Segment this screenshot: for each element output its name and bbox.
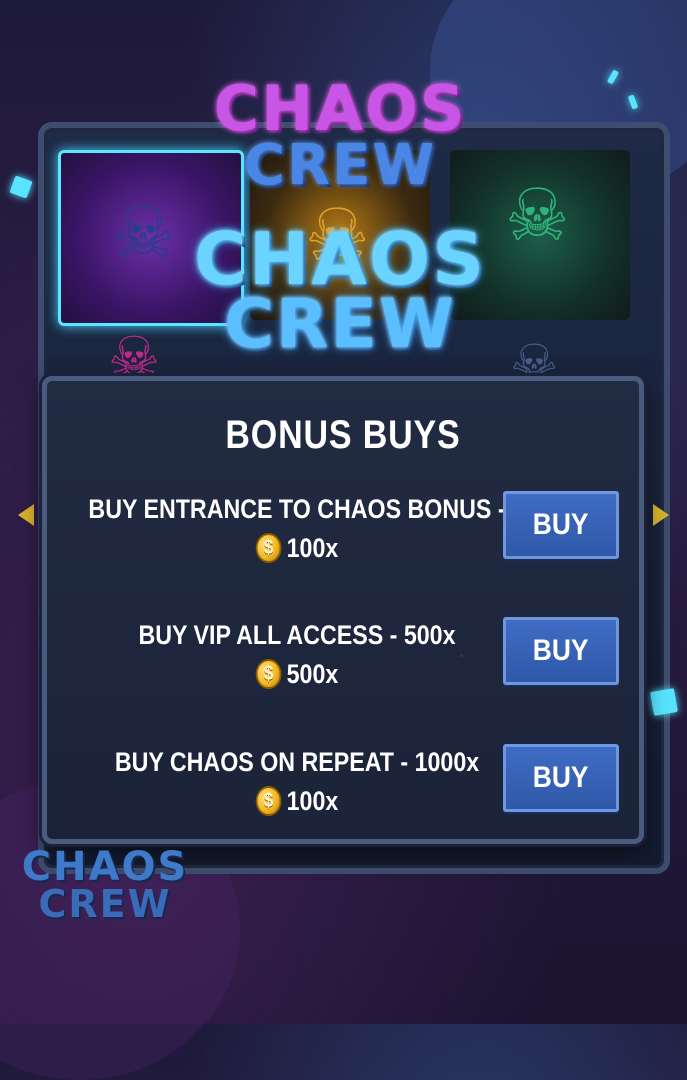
price-value: 100x xyxy=(286,786,339,816)
logo-word-chaos: CHAOS xyxy=(21,844,189,890)
coin-icon: $ xyxy=(255,659,282,689)
buy-button-label: BUY xyxy=(533,761,589,794)
skull-icon: ☠ xyxy=(111,194,176,274)
bonus-option-price: $ 500x xyxy=(255,656,339,692)
bonus-option-text: BUY ENTRANCE TO CHAOS BONUS - $ 100x xyxy=(82,491,512,566)
price-value: 500x xyxy=(286,659,339,689)
bonus-option-row: BUY CHAOS ON REPEAT - 1000x $ 100x BUY xyxy=(47,744,639,824)
bonus-option-text: BUY CHAOS ON REPEAT - 1000x $ 100x xyxy=(82,744,512,819)
bonus-option-row: BUY ENTRANCE TO CHAOS BONUS - $ 100x BUY xyxy=(47,491,639,571)
logo-word-chaos: CHAOS xyxy=(213,72,467,145)
logo-word-chaos: CHAOS xyxy=(194,217,486,301)
bonus-option-text: BUY VIP ALL ACCESS - 500x $ 500x xyxy=(82,617,512,692)
bonus-option-title: BUY VIP ALL ACCESS - 500x xyxy=(138,620,456,650)
bonus-option-price: $ 100x xyxy=(255,783,339,819)
game-logo-corner: CHAOS CREW xyxy=(20,844,190,926)
buy-button-label: BUY xyxy=(533,508,589,541)
buy-button[interactable]: BUY xyxy=(503,617,619,685)
bonus-buys-dialog: BONUS BUYS BUY ENTRANCE TO CHAOS BONUS -… xyxy=(42,376,644,844)
logo-word-crew: CREW xyxy=(38,882,172,926)
bonus-option-row: BUY VIP ALL ACCESS - 500x $ 500x BUY xyxy=(47,617,639,697)
previous-arrow-button[interactable] xyxy=(6,493,46,537)
left-arrow-icon xyxy=(18,504,34,526)
bonus-option-price: $ 100x xyxy=(255,530,339,566)
dialog-title: BONUS BUYS xyxy=(225,413,461,457)
skull-icon: ☠ xyxy=(505,176,570,256)
game-logo-main: CHAOS CREW xyxy=(170,217,510,365)
logo-word-crew: CREW xyxy=(243,132,437,198)
logo-word-crew: CREW xyxy=(224,285,456,365)
right-arrow-icon xyxy=(653,504,669,526)
bonus-option-title: BUY ENTRANCE TO CHAOS BONUS - xyxy=(88,494,506,524)
decorative-chip xyxy=(9,175,33,199)
coin-icon: $ xyxy=(255,786,282,816)
buy-button[interactable]: BUY xyxy=(503,491,619,559)
buy-button[interactable]: BUY xyxy=(503,744,619,812)
price-value: 100x xyxy=(286,533,339,563)
bonus-option-title: BUY CHAOS ON REPEAT - 1000x xyxy=(114,747,480,777)
decorative-chip xyxy=(650,688,678,716)
next-arrow-button[interactable] xyxy=(641,493,681,537)
coin-icon: $ xyxy=(255,533,282,563)
game-logo-top: CHAOS CREW xyxy=(190,72,490,198)
buy-button-label: BUY xyxy=(533,634,589,667)
